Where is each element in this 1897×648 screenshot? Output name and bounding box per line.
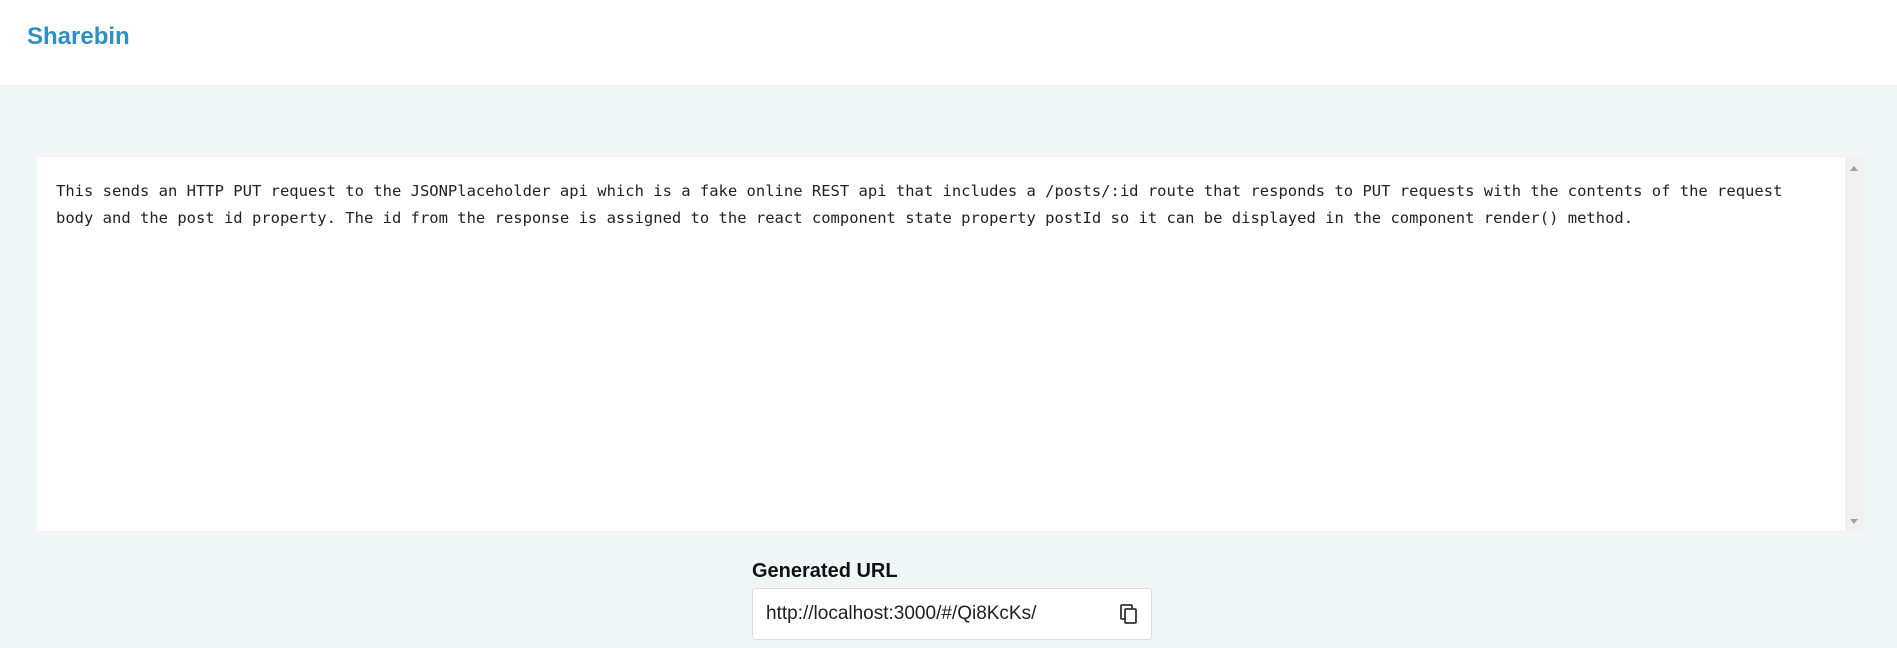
generated-url-field[interactable]: http://localhost:3000/#/Qi8KcKs/ [752, 588, 1152, 640]
paste-editor: This sends an HTTP PUT request to the JS… [37, 157, 1864, 531]
paste-content-area[interactable]: This sends an HTTP PUT request to the JS… [37, 157, 1845, 531]
app-root: Sharebin This sends an HTTP PUT request … [0, 0, 1897, 648]
brand-link[interactable]: Sharebin [27, 23, 130, 51]
scroll-down-arrow-icon[interactable] [1850, 519, 1858, 524]
generated-url-value[interactable]: http://localhost:3000/#/Qi8KcKs/ [766, 603, 1036, 625]
top-header: Sharebin [0, 0, 1897, 86]
scroll-up-arrow-icon[interactable] [1850, 166, 1858, 171]
editor-scrollbar[interactable] [1845, 157, 1864, 531]
copy-icon[interactable] [1119, 602, 1141, 626]
generated-url-label: Generated URL [752, 560, 898, 582]
